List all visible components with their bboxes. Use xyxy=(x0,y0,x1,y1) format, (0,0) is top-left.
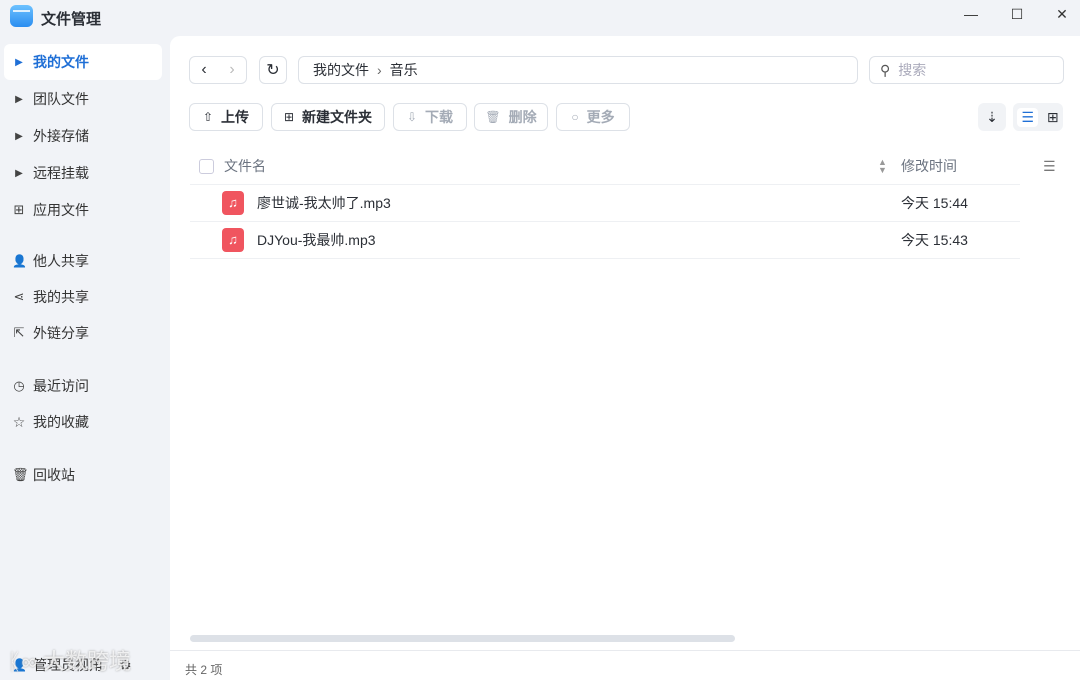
file-modified-time: 今天 15:43 xyxy=(901,232,968,248)
view-toggle: ☰ ⊞ xyxy=(1013,103,1063,131)
more-icon: ○ xyxy=(571,110,579,124)
sidebar-item-my-shares[interactable]: ⋖ 我的共享 xyxy=(4,279,162,315)
upload-button[interactable]: ⇧ 上传 xyxy=(189,103,263,131)
chevron-right-icon: › xyxy=(377,62,382,78)
caret-right-icon: ▶ xyxy=(15,93,23,105)
sidebar-item-team-files[interactable]: ▶ 团队文件 xyxy=(4,81,162,117)
refresh-button[interactable]: ↻ xyxy=(259,56,287,84)
caret-right-icon: ▶ xyxy=(15,130,23,142)
horizontal-scrollbar[interactable] xyxy=(190,635,735,642)
sidebar-item-label: 应用文件 xyxy=(33,202,89,218)
download-icon: ⇩ xyxy=(406,110,418,124)
sidebar-item-label: 他人共享 xyxy=(33,253,89,269)
file-modified-time: 今天 15:44 xyxy=(901,195,968,211)
more-button[interactable]: ○ 更多 xyxy=(556,103,630,131)
forward-button[interactable]: › xyxy=(229,61,234,79)
sidebar-item-external-storage[interactable]: ▶ 外接存储 xyxy=(4,118,162,154)
sidebar-item-my-files[interactable]: ▶ 我的文件 xyxy=(4,44,162,80)
main-panel: ‹ › ↻ 我的文件 › 音乐 ⚲ 搜索 ⇧ 上传 ⊞ 新建文件夹 ⇩ 下载 🗑 删除 ○ 更… xyxy=(170,36,1080,650)
trash-icon: 🗑 xyxy=(12,467,29,482)
share-icon: ⋖ xyxy=(13,289,25,304)
sidebar-item-label: 外接存储 xyxy=(33,128,89,144)
sidebar-item-label: 最近访问 xyxy=(33,378,89,394)
grid-icon: ⊞ xyxy=(13,202,25,217)
sort-arrows-icon[interactable]: ▲ ▼ xyxy=(878,158,887,175)
column-settings-icon[interactable]: ☰ xyxy=(1043,158,1056,175)
sidebar-item-shared-with-me[interactable]: 👤 他人共享 xyxy=(4,243,162,279)
sidebar-item-remote-mount[interactable]: ▶ 远程挂载 xyxy=(4,155,162,191)
sidebar-item-label: 外链分享 xyxy=(33,325,89,341)
search-icon: ⚲ xyxy=(880,61,891,78)
select-all-checkbox[interactable] xyxy=(199,158,214,174)
nav-buttons: ‹ › xyxy=(189,56,247,84)
table-row[interactable]: ♫ 廖世诚-我太帅了.mp3 今天 15:44 xyxy=(190,185,1020,222)
app-logo-icon xyxy=(10,5,33,27)
music-file-icon: ♫ xyxy=(222,228,244,252)
search-input[interactable]: ⚲ 搜索 xyxy=(869,56,1064,84)
sidebar-item-label: 回收站 xyxy=(33,467,75,483)
sidebar: ▶ 我的文件 ▶ 团队文件 ▶ 外接存储 ▶ 远程挂载 ⊞ 应用文件 👤 他人共享 ⋖ 我的共… xyxy=(0,36,170,680)
search-placeholder: 搜索 xyxy=(898,62,927,78)
sidebar-item-label: 远程挂载 xyxy=(33,165,89,181)
item-count: 共 2 项 xyxy=(185,663,223,677)
title-bar: 文件管理 — ☐ ✕ xyxy=(0,0,1080,36)
column-header-name[interactable]: 文件名 xyxy=(224,156,266,176)
folder-plus-icon: ⊞ xyxy=(283,110,295,124)
users-icon: 👤 xyxy=(12,254,27,268)
external-link-icon: ⇱ xyxy=(13,325,25,340)
column-header-modified[interactable]: 修改时间 xyxy=(901,156,957,176)
table-row[interactable]: ♫ DJYou-我最帅.mp3 今天 15:43 xyxy=(190,222,1020,259)
sidebar-item-trash[interactable]: 🗑 回收站 xyxy=(4,457,162,493)
music-file-icon: ♫ xyxy=(222,191,244,215)
caret-right-icon: ▶ xyxy=(15,167,23,179)
file-name: 廖世诚-我太帅了.mp3 xyxy=(257,195,391,211)
trash-icon: 🗑 xyxy=(485,110,501,124)
sidebar-item-label: 我的收藏 xyxy=(33,414,89,430)
back-button[interactable]: ‹ xyxy=(201,61,206,79)
breadcrumb-item-music[interactable]: 音乐 xyxy=(390,60,418,80)
sidebar-item-app-files[interactable]: ⊞ 应用文件 xyxy=(4,192,162,228)
breadcrumb-item-my-files[interactable]: 我的文件 xyxy=(313,60,369,80)
app-title: 文件管理 xyxy=(41,11,102,28)
sidebar-item-label: 团队文件 xyxy=(33,91,89,107)
upload-icon: ⇧ xyxy=(202,110,214,124)
sidebar-item-link-shares[interactable]: ⇱ 外链分享 xyxy=(4,315,162,351)
breadcrumb: 我的文件 › 音乐 xyxy=(298,56,858,84)
sort-button[interactable]: ⇣ xyxy=(978,103,1006,131)
star-icon: ☆ xyxy=(12,413,26,430)
clock-icon: ◷ xyxy=(13,378,25,393)
close-icon[interactable]: ✕ xyxy=(1050,6,1074,26)
delete-button[interactable]: 🗑 删除 xyxy=(474,103,548,131)
sidebar-item-label: 我的共享 xyxy=(33,289,89,305)
file-name: DJYou-我最帅.mp3 xyxy=(257,232,376,248)
minimize-icon[interactable]: — xyxy=(959,6,983,26)
grid-view-icon[interactable]: ⊞ xyxy=(1047,109,1059,126)
status-bar: 共 2 项 xyxy=(170,650,1080,680)
caret-right-icon: ▶ xyxy=(15,56,23,68)
new-folder-button[interactable]: ⊞ 新建文件夹 xyxy=(271,103,385,131)
sidebar-item-label: 我的文件 xyxy=(33,54,89,70)
sidebar-item-favorites[interactable]: ☆ 我的收藏 xyxy=(4,404,162,440)
list-view-icon[interactable]: ☰ xyxy=(1017,107,1038,127)
watermark-text: 大数跨境 xyxy=(43,649,132,674)
table-header: 文件名 ▲ ▼ 修改时间 xyxy=(190,148,1020,185)
watermark-logo: ᛕ∞ 大数跨境 xyxy=(8,649,132,674)
maximize-icon[interactable]: ☐ xyxy=(1005,6,1029,26)
sidebar-item-recent[interactable]: ◷ 最近访问 xyxy=(4,368,162,404)
download-button[interactable]: ⇩ 下载 xyxy=(393,103,467,131)
